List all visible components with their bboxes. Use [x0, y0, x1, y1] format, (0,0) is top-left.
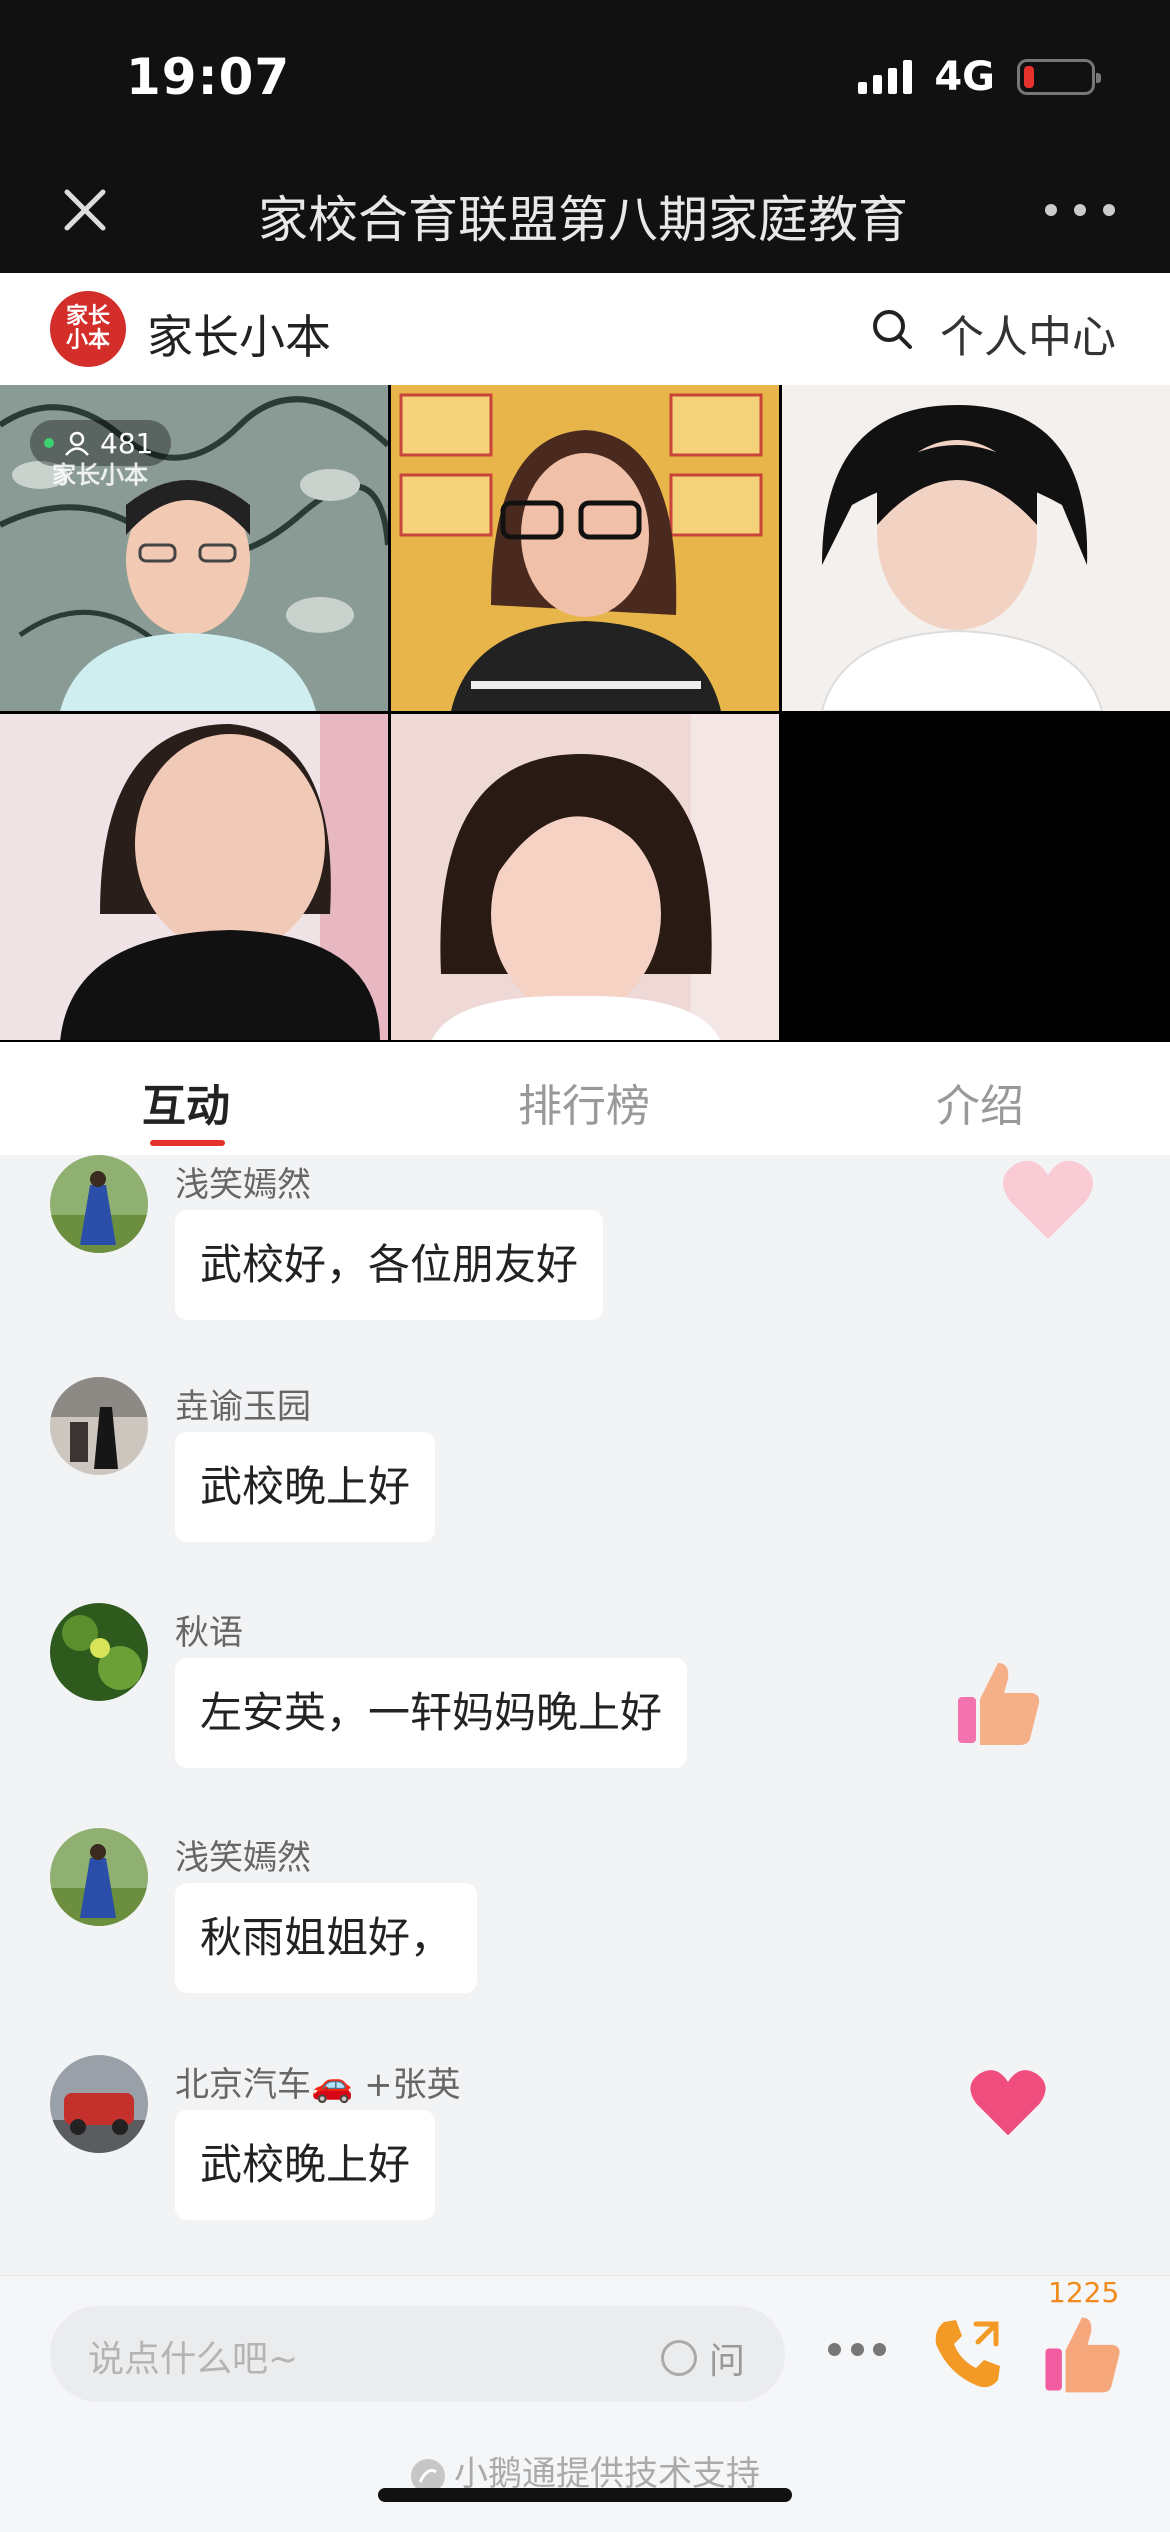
app-logo: 家长 小本 — [50, 291, 126, 367]
message-author: 浅笑嫣然 — [175, 1838, 311, 1878]
app-name: 家长小本 — [147, 310, 331, 364]
message-bubble: 武校晚上好 — [175, 2110, 436, 2220]
avatar[interactable] — [50, 2055, 148, 2153]
signal-icon — [858, 60, 913, 94]
battery-icon — [1017, 59, 1101, 95]
status-bar: 19:07 4G — [0, 0, 1170, 150]
ask-label: 问 — [708, 2341, 745, 2382]
ask-question-toggle[interactable]: 问 — [660, 2332, 745, 2384]
viewers-icon — [65, 431, 89, 456]
thumbs-up-icon[interactable] — [1040, 2312, 1124, 2396]
home-indicator[interactable] — [378, 2488, 792, 2502]
message-author: 北京汽车🚗 +张英 — [175, 2065, 461, 2105]
page-title: 家校合育联盟第八期家庭教育 — [258, 191, 908, 249]
floating-heart-icon — [968, 2065, 1048, 2143]
close-icon[interactable] — [55, 180, 115, 240]
tab-bar: 互动 排行榜 介绍 — [0, 1042, 1170, 1155]
video-tile-5[interactable] — [391, 714, 779, 1040]
avatar[interactable] — [50, 1603, 148, 1701]
title-bar: 家校合育联盟第八期家庭教育 — [0, 150, 1170, 273]
tab-interaction[interactable]: 互动 — [142, 1070, 230, 1134]
battery-level — [1024, 66, 1035, 88]
floating-heart-icon — [1000, 1155, 1096, 1247]
network-type: 4G — [934, 54, 995, 100]
message-author: 浅笑嫣然 — [175, 1165, 311, 1205]
logo-line-2: 小本 — [65, 328, 110, 353]
comment-placeholder: 说点什么吧~ — [88, 2339, 299, 2380]
message-bubble: 秋雨姐姐好， — [175, 1883, 478, 1993]
app-header: 家长 小本 家长小本 个人中心 — [0, 273, 1170, 385]
avatar[interactable] — [50, 1377, 148, 1475]
message-bubble: 左安英，一轩妈妈晚上好 — [175, 1658, 688, 1768]
chat-list[interactable]: 浅笑嫣然 武校好，各位朋友好 垚谕玉园 武校晚上好 秋语 左安英，一轩妈妈晚上好… — [0, 1155, 1170, 2275]
message-bubble: 武校好，各位朋友好 — [175, 1210, 604, 1320]
floating-thumbs-up-icon — [952, 1657, 1044, 1753]
video-tile-3[interactable] — [782, 385, 1170, 711]
logo-line-1: 家长 — [65, 304, 110, 329]
more-icon[interactable] — [1045, 180, 1115, 240]
like-count: 1225 — [1048, 2276, 1120, 2309]
video-grid: 481 家长小本 — [0, 385, 1170, 1042]
comment-input[interactable]: 说点什么吧~ 问 — [50, 2306, 785, 2402]
active-tab-indicator — [150, 1140, 225, 1146]
message-author: 秋语 — [175, 1613, 243, 1653]
avatar[interactable] — [50, 1828, 148, 1926]
avatar[interactable] — [50, 1155, 148, 1253]
search-icon[interactable] — [870, 307, 914, 351]
video-tile-1[interactable]: 481 家长小本 — [0, 385, 388, 711]
tab-ranking[interactable]: 排行榜 — [518, 1070, 650, 1134]
video-watermark: 家长小本 — [52, 461, 148, 489]
video-tile-empty — [782, 714, 1170, 1040]
personal-center-link[interactable]: 个人中心 — [940, 301, 1116, 365]
status-icons: 4G — [858, 54, 1101, 100]
message-bubble: 武校晚上好 — [175, 1432, 436, 1542]
video-tile-2[interactable] — [391, 385, 779, 711]
phone-icon[interactable] — [930, 2314, 1010, 2394]
tab-intro[interactable]: 介绍 — [936, 1070, 1024, 1134]
more-options-icon[interactable] — [828, 2343, 886, 2357]
status-time: 19:07 — [126, 48, 291, 106]
radio-circle-icon — [660, 2340, 697, 2376]
message-author: 垚谕玉园 — [175, 1387, 311, 1427]
video-tile-4[interactable] — [0, 714, 388, 1040]
